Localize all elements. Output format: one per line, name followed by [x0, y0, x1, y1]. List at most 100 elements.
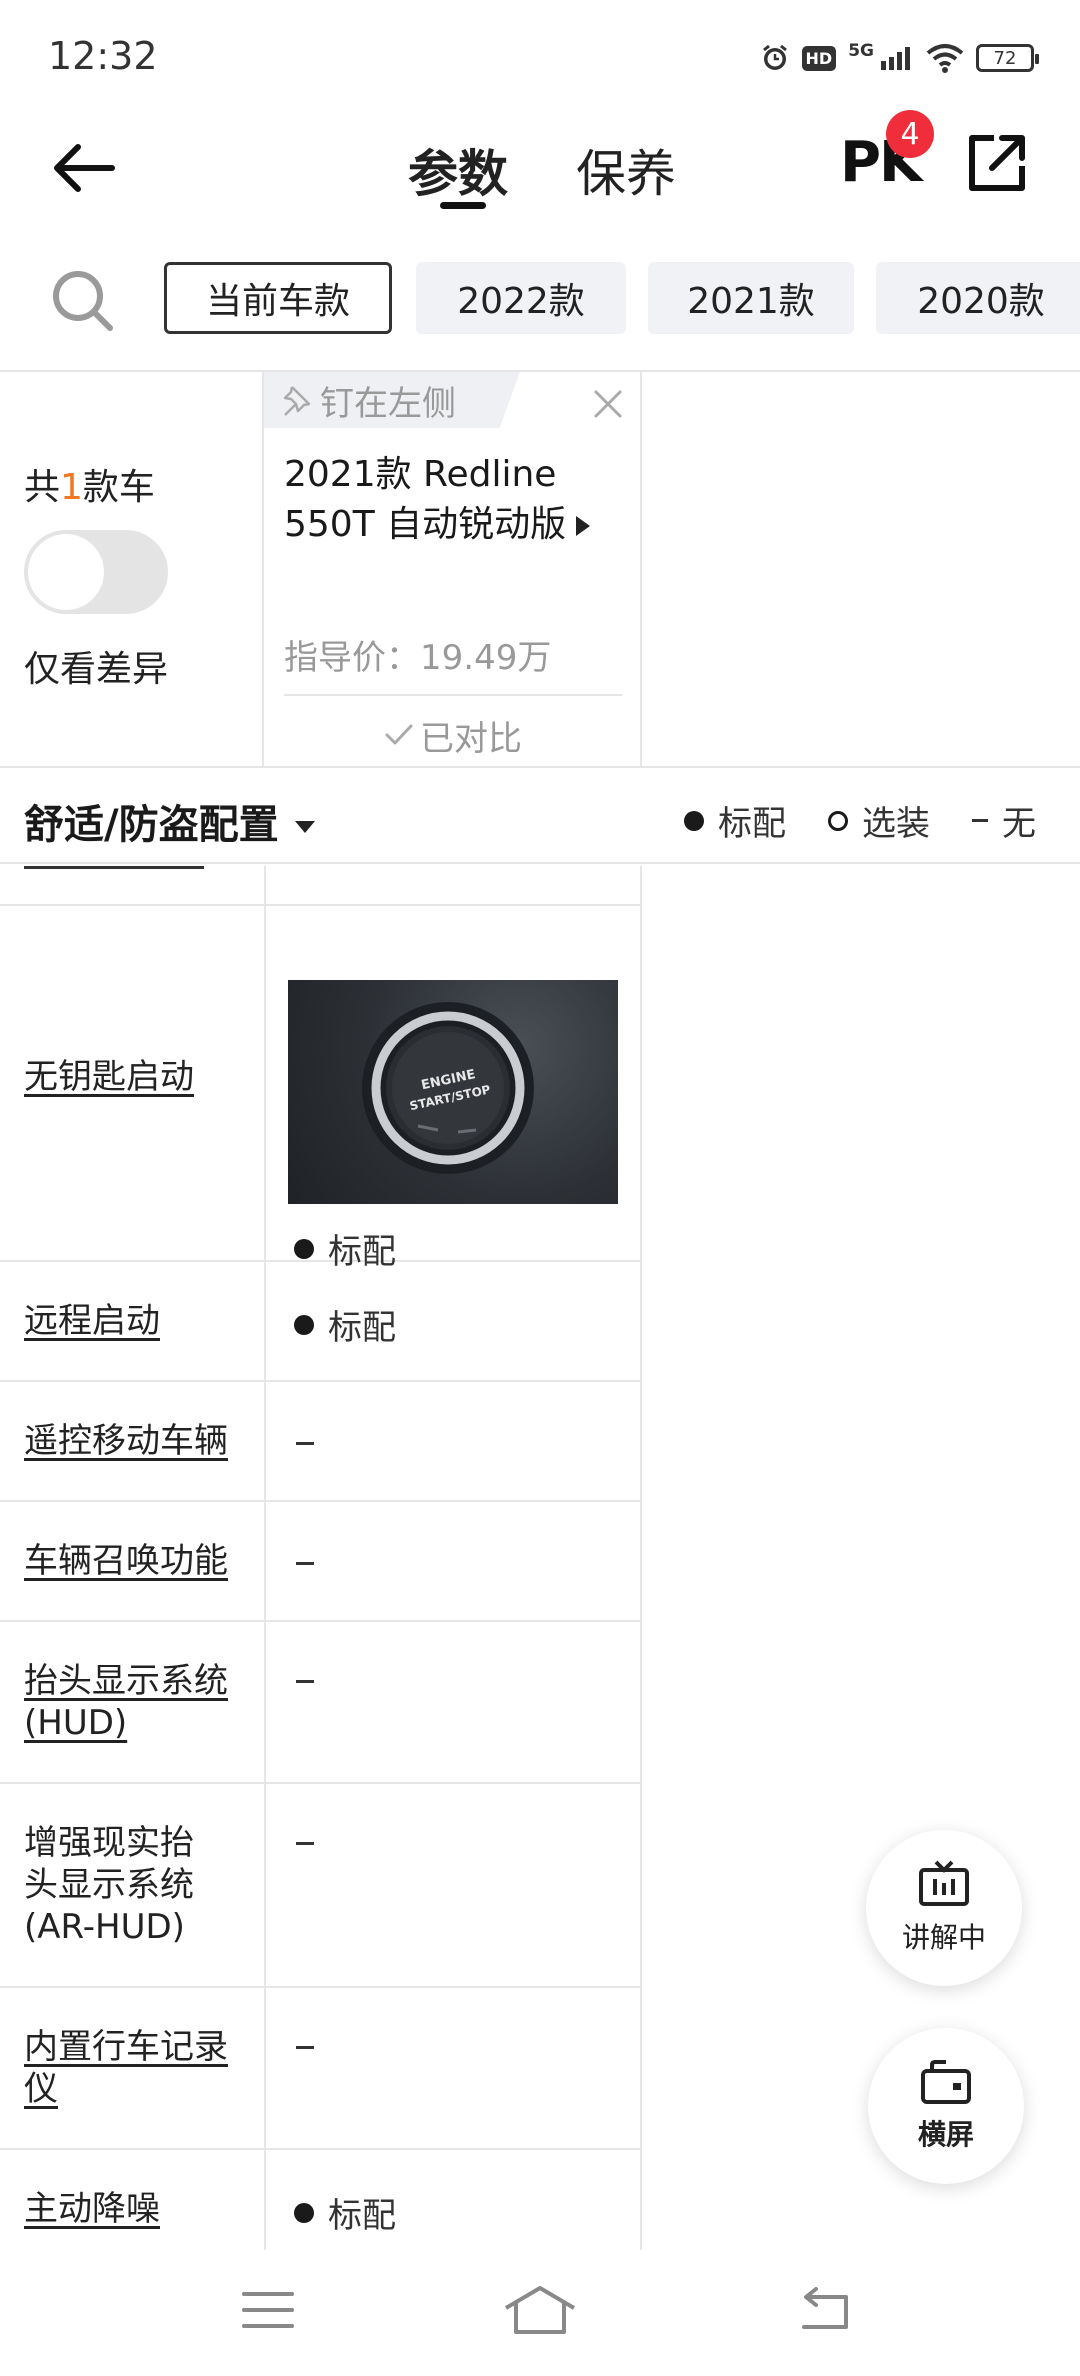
menu-button[interactable] — [228, 2280, 308, 2340]
compared-status[interactable]: 已对比 — [264, 702, 642, 768]
table-row: 主动降噪 标配 — [0, 2150, 642, 2250]
network-type: 5G — [848, 41, 874, 61]
filled-dot-icon — [294, 1314, 314, 1335]
spec-label-link[interactable]: 无钥匙启动 — [24, 1056, 244, 1098]
home-button[interactable] — [500, 2280, 580, 2340]
legend: 标配 选装 无 — [642, 796, 1036, 845]
status-time: 12:32 — [48, 34, 158, 78]
count-number: 1 — [60, 467, 83, 508]
hollow-dot-icon — [828, 810, 848, 831]
legend-none: 无 — [972, 796, 1036, 845]
table-row: 远程启动 标配 — [0, 1262, 642, 1382]
engine-start-stop-image[interactable]: ENGINE START/STOP — [288, 980, 618, 1204]
car-compare-header: 共1款车 仅看差异 钉在左侧 2021款 Redline 550T 自动锐动版 … — [0, 370, 1080, 768]
section-title: 舒适/防盗配置 — [24, 802, 279, 848]
car-count: 共1款车 — [24, 458, 155, 510]
spec-label-link[interactable]: 遥控移动车辆 — [24, 1420, 244, 1462]
engine-button-illustration: ENGINE START/STOP — [362, 1002, 534, 1174]
video-explain-icon — [919, 1860, 969, 1906]
spec-value-text: 标配 — [328, 2196, 396, 2236]
pin-left-button[interactable]: 钉在左侧 — [264, 372, 520, 428]
divider — [284, 694, 622, 696]
filled-dot-icon — [684, 810, 704, 831]
system-nav-bar — [0, 2250, 1080, 2376]
signal-icon — [880, 45, 914, 71]
toggle-knob — [28, 534, 104, 610]
caret-down-icon — [294, 821, 315, 833]
spec-label-link[interactable]: 主动降噪 — [24, 2188, 244, 2230]
pk-count-badge: 4 — [886, 110, 934, 158]
spec-none-dash — [296, 1442, 314, 1445]
spec-value: 标配 — [294, 2188, 396, 2237]
table-row: 无钥匙启动 ENGINE START/STOP 标配 — [0, 906, 642, 1272]
diff-only-label: 仅看差异 — [24, 649, 169, 690]
rotate-screen-icon — [921, 2060, 971, 2104]
compared-label: 已对比 — [420, 718, 522, 759]
spec-label-link[interactable]: 车辆召唤功能 — [24, 1540, 244, 1582]
remove-car-button[interactable] — [588, 384, 628, 424]
status-icons: HD 5G 72 — [760, 38, 1039, 78]
summary-column: 共1款车 仅看差异 — [0, 372, 264, 768]
count-prefix: 共 — [24, 467, 61, 508]
search-icon — [53, 271, 113, 331]
tab-maintenance[interactable]: 保养 — [576, 134, 676, 206]
system-back-button[interactable] — [784, 2280, 864, 2340]
menu-icon — [242, 2292, 294, 2328]
diff-only-toggle[interactable] — [24, 530, 168, 614]
explain-button[interactable]: 讲解中 — [866, 1830, 1022, 1986]
spec-label: 增强现实抬头显示系统(AR-HUD) — [24, 1823, 194, 1947]
pin-label: 钉在左侧 — [320, 383, 456, 424]
table-row: 抬头显示系统(HUD) — [0, 1622, 642, 1784]
search-button[interactable] — [48, 266, 118, 336]
spec-none-dash — [296, 1680, 314, 1683]
filled-dot-icon — [294, 2202, 314, 2223]
chip-2020[interactable]: 2020款 — [876, 262, 1080, 334]
spec-label-link[interactable]: 抬头显示系统(HUD) — [24, 1660, 244, 1744]
chip-current-model[interactable]: 当前车款 — [164, 262, 392, 334]
share-button[interactable] — [962, 128, 1032, 198]
share-icon — [969, 135, 1025, 191]
spec-value-text: 标配 — [328, 1308, 396, 1348]
legend-standard-label: 标配 — [718, 804, 786, 844]
year-filter: 当前车款 2022款 2021款 2020款 — [0, 250, 1080, 350]
spec-none-dash — [296, 1562, 314, 1565]
spec-value: 标配 — [294, 1300, 396, 1349]
car-price: 指导价：19.49万 — [284, 638, 552, 678]
tab-params[interactable]: 参数 — [408, 134, 508, 206]
alarm-icon — [760, 43, 790, 73]
table-row: 内置行车记录仪 — [0, 1988, 642, 2150]
close-icon — [594, 390, 622, 418]
chip-2021[interactable]: 2021款 — [648, 262, 854, 334]
dash-icon — [972, 819, 988, 822]
spec-none-dash — [296, 1842, 314, 1845]
spec-label-link[interactable]: 内置行车记录仪 — [24, 2026, 244, 2110]
spec-label-link[interactable]: 远程启动 — [24, 1300, 244, 1342]
back-button[interactable] — [44, 128, 124, 208]
battery-icon: 72 — [976, 44, 1039, 72]
filled-dot-icon — [294, 1238, 314, 1259]
car-card: 钉在左侧 2021款 Redline 550T 自动锐动版 指导价：19.49万… — [264, 372, 642, 768]
legend-none-label: 无 — [1002, 804, 1036, 844]
chip-2022[interactable]: 2022款 — [416, 262, 626, 334]
legend-optional-label: 选装 — [862, 804, 930, 844]
car-name-link[interactable]: 2021款 Redline 550T 自动锐动版 — [284, 450, 624, 550]
section-dropdown[interactable]: 舒适/防盗配置 — [24, 792, 315, 850]
legend-optional: 选装 — [828, 796, 930, 845]
landscape-label: 横屏 — [917, 2118, 974, 2151]
wifi-icon — [926, 43, 964, 73]
play-triangle-icon — [576, 516, 591, 536]
check-icon — [385, 724, 413, 745]
back-icon — [802, 2287, 848, 2329]
count-suffix: 款车 — [82, 467, 155, 508]
pin-icon — [283, 386, 311, 416]
active-tab-indicator — [440, 202, 486, 209]
top-nav: 参数 保养 PK 4 — [0, 110, 1080, 220]
back-arrow-icon — [54, 144, 115, 192]
legend-standard: 标配 — [684, 796, 786, 845]
spec-none-dash — [296, 2046, 314, 2049]
table-row: 增强现实抬头显示系统(AR-HUD) — [0, 1784, 642, 1988]
landscape-button[interactable]: 横屏 — [868, 2028, 1024, 2184]
table-row: 遥控移动车辆 — [0, 1382, 642, 1502]
section-header: 舒适/防盗配置 标配 选装 无 — [0, 768, 1080, 864]
home-icon — [504, 2286, 576, 2334]
